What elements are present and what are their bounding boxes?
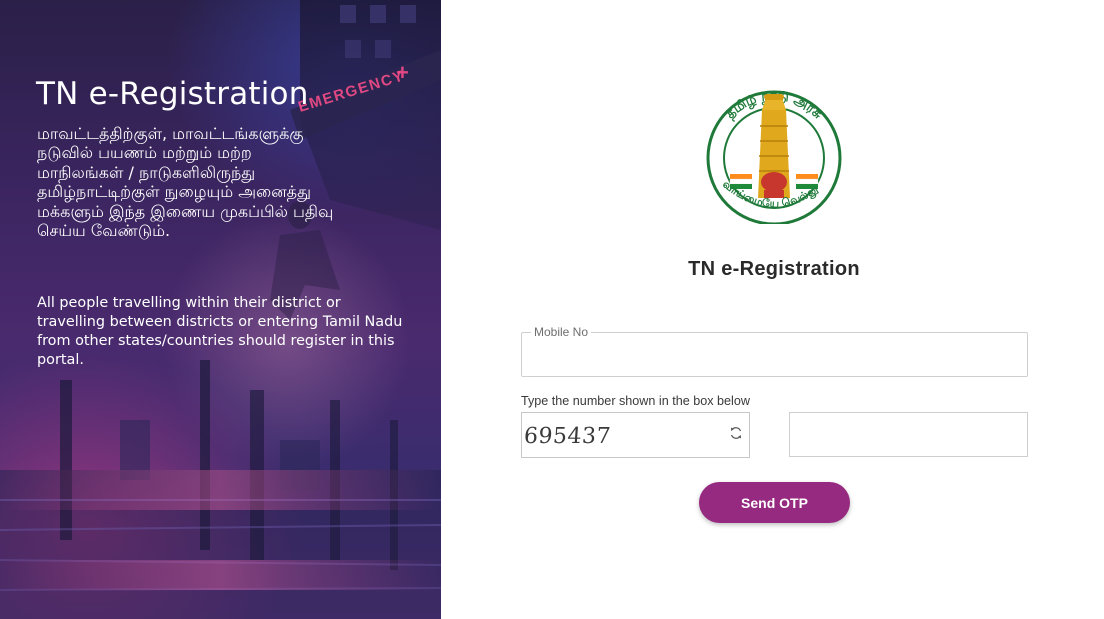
hero-panel: EMERGENCY + TN e-Registration மாவட்டத்தி… <box>0 0 441 619</box>
mobile-number-input[interactable] <box>522 333 1027 376</box>
send-otp-button[interactable]: Send OTP <box>699 482 850 523</box>
captcha-answer-field[interactable] <box>789 412 1028 457</box>
captcha-instruction: Type the number shown in the box below <box>521 394 750 408</box>
mobile-number-field[interactable] <box>521 332 1028 377</box>
tamil-nadu-emblem-logo: தமிழ் நாடு அரசு வாய்மையே வெல்லும் <box>700 86 842 224</box>
hero-english-description: All people travelling within their distr… <box>37 295 403 368</box>
svg-text:+: + <box>396 60 409 85</box>
captcha-answer-input[interactable] <box>790 413 1027 456</box>
hero-title: TN e-Registration <box>36 76 309 112</box>
captcha-code: 695437 <box>523 424 612 449</box>
refresh-icon[interactable] <box>729 426 743 440</box>
form-title: TN e-Registration <box>688 258 860 280</box>
hero-tamil-description: மாவட்டத்திற்குள், மாவட்டங்களுக்கு நடுவில… <box>37 124 334 241</box>
mobile-number-label: Mobile No <box>531 325 592 339</box>
captcha-image: 695437 <box>521 412 750 458</box>
